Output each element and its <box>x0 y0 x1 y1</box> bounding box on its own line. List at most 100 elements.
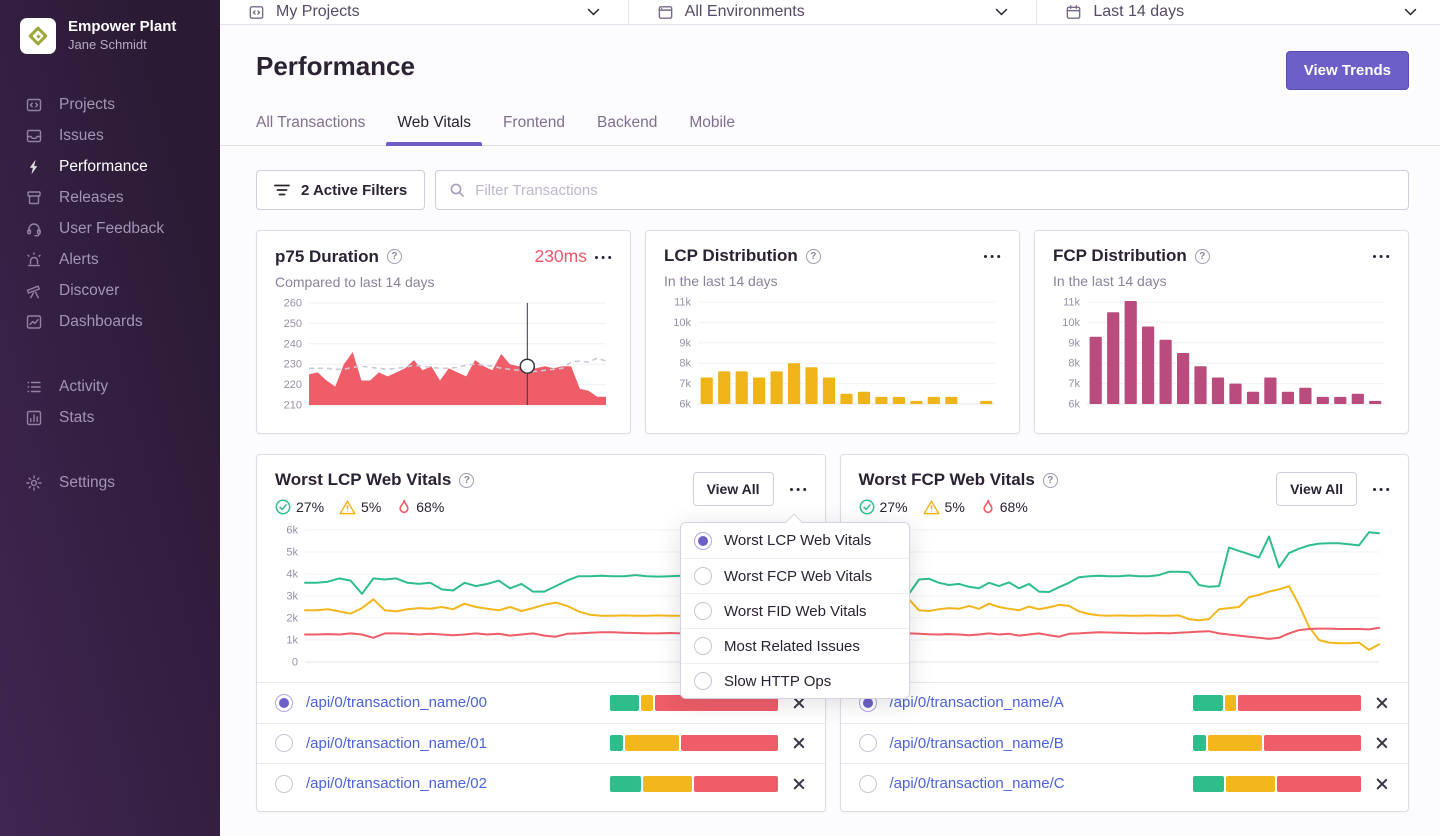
row-radio[interactable] <box>275 774 293 793</box>
card-subtitle: In the last 14 days <box>1053 273 1167 289</box>
svg-text:11k: 11k <box>1063 297 1080 309</box>
view-all-button[interactable]: View All <box>1276 472 1357 506</box>
view-all-button[interactable]: View All <box>692 472 774 506</box>
help-icon[interactable] <box>459 472 475 488</box>
p75-value: 230ms <box>534 246 587 266</box>
transaction-link[interactable]: /api/0/transaction_name/00 <box>306 694 597 711</box>
options-dots-icon[interactable] <box>984 249 1001 263</box>
fire-icon <box>399 499 409 514</box>
fcp-distribution-chart: 6k 7k 8k 9k 10k 11k <box>1053 295 1390 420</box>
sidebar-item-stats[interactable]: Stats <box>25 409 220 427</box>
transaction-link[interactable]: /api/0/transaction_name/01 <box>306 735 597 752</box>
svg-text:5k: 5k <box>286 547 298 559</box>
close-icon[interactable] <box>791 735 807 751</box>
svg-text:9k: 9k <box>1068 337 1080 349</box>
global-filter-bar: My Projects All Environments Last 14 day… <box>220 0 1440 25</box>
svg-text:4k: 4k <box>286 569 298 581</box>
card-title: LCP Distribution <box>664 246 798 265</box>
menu-radio <box>694 567 712 585</box>
chevron-down-icon <box>587 8 599 16</box>
svg-text:6k: 6k <box>1068 399 1080 411</box>
good-badge: 27% <box>859 499 908 515</box>
project-filter-dropdown[interactable]: My Projects <box>220 0 629 24</box>
search-box <box>435 170 1409 210</box>
p75-duration-card: p75 Duration 230ms Compared to last 14 d… <box>256 230 631 434</box>
performance-tabs: All Transactions Web Vitals Frontend Bac… <box>220 114 1440 146</box>
row-radio[interactable] <box>275 734 293 753</box>
tab-frontend[interactable]: Frontend <box>503 114 565 145</box>
menu-item-worst-fcp[interactable]: Worst FCP Web Vitals <box>681 558 909 593</box>
svg-text:8k: 8k <box>1068 358 1080 370</box>
sidebar-item-dashboards[interactable]: Dashboards <box>25 313 220 331</box>
releases-icon <box>27 191 41 205</box>
org-switcher[interactable]: Empower Plant Jane Schmidt <box>0 18 220 54</box>
sidebar-item-projects[interactable]: Projects <box>25 96 220 114</box>
options-dots-icon[interactable] <box>1373 482 1390 496</box>
sidebar-item-performance[interactable]: Performance <box>25 158 220 176</box>
transaction-list: /api/0/transaction_name/A /api/0/transac… <box>840 682 1408 804</box>
projects-icon <box>26 98 42 112</box>
chart-type-dropdown-menu: Worst LCP Web Vitals Worst FCP Web Vital… <box>680 522 910 699</box>
transaction-link[interactable]: /api/0/transaction_name/02 <box>306 775 597 792</box>
menu-item-slow-http-ops[interactable]: Slow HTTP Ops <box>681 663 909 698</box>
content: 2 Active Filters p75 Duration 230ms <box>220 146 1440 836</box>
tab-backend[interactable]: Backend <box>597 114 657 145</box>
sidebar-item-issues[interactable]: Issues <box>25 127 220 145</box>
transaction-link[interactable]: /api/0/transaction_name/A <box>890 694 1181 711</box>
search-icon <box>450 183 464 197</box>
svg-text:11k: 11k <box>674 297 691 309</box>
tab-web-vitals[interactable]: Web Vitals <box>386 114 482 146</box>
card-subtitle: In the last 14 days <box>664 273 778 289</box>
table-row: /api/0/transaction_name/02 <box>257 763 825 804</box>
tab-mobile[interactable]: Mobile <box>689 114 735 145</box>
options-dots-icon[interactable] <box>595 250 612 264</box>
sidebar-item-user-feedback[interactable]: User Feedback <box>25 220 220 238</box>
close-icon[interactable] <box>1374 695 1390 711</box>
menu-item-worst-lcp[interactable]: Worst LCP Web Vitals <box>681 523 909 558</box>
date-range-dropdown[interactable]: Last 14 days <box>1037 0 1440 24</box>
help-icon[interactable] <box>1042 472 1058 488</box>
help-icon[interactable] <box>1194 248 1210 264</box>
svg-text:1k: 1k <box>286 635 298 647</box>
check-circle-icon <box>275 499 291 515</box>
row-radio[interactable] <box>275 693 293 712</box>
row-radio[interactable] <box>858 774 877 793</box>
poor-badge: 68% <box>980 499 1028 515</box>
options-dots-icon[interactable] <box>1373 249 1390 263</box>
calendar-icon <box>1066 4 1081 19</box>
search-input[interactable] <box>475 181 1395 199</box>
menu-item-most-related-issues[interactable]: Most Related Issues <box>681 628 909 663</box>
svg-text:7k: 7k <box>679 378 691 390</box>
vitals-stackbar <box>609 735 778 752</box>
svg-text:7k: 7k <box>1068 378 1080 390</box>
sidebar-item-releases[interactable]: Releases <box>25 189 220 207</box>
help-icon[interactable] <box>386 249 402 264</box>
close-icon[interactable] <box>1374 776 1390 792</box>
close-icon[interactable] <box>1374 735 1390 751</box>
svg-text:6k: 6k <box>286 525 298 537</box>
transaction-link[interactable]: /api/0/transaction_name/B <box>890 735 1181 752</box>
menu-item-worst-fid[interactable]: Worst FID Web Vitals <box>681 593 909 628</box>
active-filters-button[interactable]: 2 Active Filters <box>256 170 426 210</box>
view-trends-button[interactable]: View Trends <box>1285 51 1409 90</box>
warning-triangle-icon <box>922 499 940 514</box>
svg-text:6k: 6k <box>679 399 691 411</box>
sidebar-item-activity[interactable]: Activity <box>25 378 220 396</box>
chevron-down-icon <box>996 8 1008 16</box>
help-icon[interactable] <box>805 248 821 264</box>
svg-text:10k: 10k <box>1062 317 1080 329</box>
sidebar-item-alerts[interactable]: Alerts <box>25 251 220 269</box>
sidebar-item-discover[interactable]: Discover <box>25 282 220 300</box>
bar-chart-icon <box>26 410 42 426</box>
options-dots-icon[interactable] <box>789 482 807 496</box>
environment-filter-dropdown[interactable]: All Environments <box>629 0 1038 24</box>
sidebar-item-settings[interactable]: Settings <box>25 474 220 492</box>
vitals-stackbar <box>1193 775 1361 792</box>
tab-all-transactions[interactable]: All Transactions <box>256 114 365 145</box>
close-icon[interactable] <box>791 776 807 792</box>
transaction-link[interactable]: /api/0/transaction_name/C <box>890 775 1181 792</box>
telescope-icon <box>26 285 40 299</box>
row-radio[interactable] <box>858 734 877 753</box>
table-row: /api/0/transaction_name/C <box>840 763 1408 804</box>
lcp-distribution-chart: 6k 7k 8k 9k 10k 11k <box>664 295 1001 420</box>
